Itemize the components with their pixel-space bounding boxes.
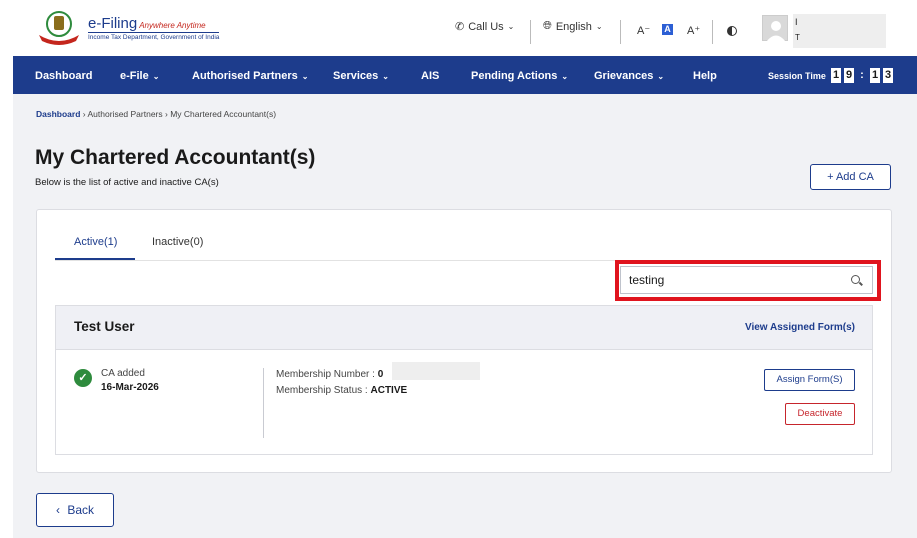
user-name: I (795, 17, 798, 27)
divider (620, 20, 621, 44)
chevron-down-icon: ⌄ (595, 22, 603, 31)
membership-status-label: Membership Status : (276, 385, 368, 396)
nav-label: Grievances (594, 70, 654, 82)
logo-tagline: Anywhere Anytime (139, 21, 206, 30)
font-decrease-button[interactable]: A⁻ (637, 24, 650, 37)
contrast-icon[interactable] (727, 26, 737, 36)
breadcrumb: Dashboard › Authorised Partners › My Cha… (36, 109, 276, 119)
nav-item-help[interactable]: Help (693, 70, 717, 82)
chevron-left-icon: ‹ (55, 503, 60, 517)
session-digit: 1 (831, 68, 841, 83)
chevron-down-icon: ⌄ (657, 72, 665, 81)
nav-item-efile[interactable]: e-File ⌄ (120, 70, 159, 82)
session-digit: 1 (870, 68, 880, 83)
chevron-down-icon: ⌄ (507, 22, 515, 31)
breadcrumb-authorised-partners[interactable]: Authorised Partners (88, 109, 163, 119)
main-nav: Dashboard e-File ⌄ Authorised Partners ⌄ S… (13, 56, 917, 94)
session-separator: : (860, 69, 864, 81)
nav-item-services[interactable]: Services ⌄ (333, 70, 389, 82)
nav-label: Help (693, 70, 717, 82)
nav-item-ais[interactable]: AIS (421, 70, 439, 82)
chevron-down-icon: ⌄ (561, 72, 569, 81)
top-header: e-Filing Anywhere Anytime Income Tax Depa… (0, 0, 917, 56)
nav-label: e-File (120, 70, 149, 82)
redacted-block (392, 362, 480, 380)
nav-label: Services (333, 70, 379, 82)
user-subtext: T (795, 33, 800, 42)
language-selector[interactable]: 🌐︎ English ⌄ (543, 20, 603, 33)
font-increase-button[interactable]: A⁺ (687, 24, 700, 37)
breadcrumb-current: My Chartered Accountant(s) (170, 109, 277, 119)
nav-item-authorised-partners[interactable]: Authorised Partners ⌄ (192, 70, 308, 82)
efiling-logo[interactable]: e-Filing Anywhere Anytime Income Tax Depa… (36, 9, 220, 47)
chevron-down-icon: ⌄ (301, 72, 309, 81)
chevron-down-icon: ⌄ (382, 72, 389, 81)
avatar[interactable] (762, 15, 788, 42)
session-digit: 9 (844, 68, 854, 83)
deactivate-button[interactable]: Deactivate (785, 403, 855, 425)
add-ca-button[interactable]: + Add CA (810, 164, 891, 190)
search-input[interactable] (620, 266, 873, 294)
language-label: English (555, 20, 592, 33)
session-digit: 3 (883, 68, 893, 83)
membership-status: Membership Status : ACTIVE (276, 385, 407, 396)
call-us-button[interactable]: ✆ Call Us ⌄ (455, 20, 515, 34)
ca-name: Test User (74, 319, 135, 334)
membership-number-value: 0 (377, 369, 384, 380)
ca-list-card: Active(1) Inactive(0) Test User View Ass… (36, 209, 892, 473)
nav-item-pending-actions[interactable]: Pending Actions ⌄ (471, 70, 568, 82)
tab-inactive[interactable]: Inactive(0) (152, 236, 203, 248)
ca-entry-card: Test User View Assigned Form(s) ✓ CA add… (55, 305, 873, 455)
emblem-icon (36, 9, 82, 47)
nav-label: Pending Actions (471, 70, 558, 82)
divider (712, 20, 713, 44)
divider (263, 368, 264, 438)
nav-label: Dashboard (35, 70, 93, 82)
page-title: My Chartered Accountant(s) (35, 146, 316, 169)
ca-added-label: CA added (101, 368, 145, 379)
font-normal-button[interactable]: A (662, 24, 673, 35)
search-icon[interactable] (851, 275, 860, 284)
chevron-down-icon: ⌄ (152, 72, 160, 81)
back-button[interactable]: ‹ Back (36, 493, 114, 527)
phone-icon: ✆ (455, 21, 465, 33)
logo-brand: e-Filing (88, 15, 138, 32)
nav-item-dashboard[interactable]: Dashboard (35, 70, 92, 82)
main-content: Dashboard › Authorised Partners › My Cha… (13, 94, 917, 538)
globe-icon: 🌐︎ (543, 20, 552, 32)
nav-label: AIS (421, 70, 440, 82)
check-circle-icon: ✓ (74, 369, 92, 387)
breadcrumb-dashboard[interactable]: Dashboard (36, 109, 80, 119)
membership-number: Membership Number : 0 (276, 369, 383, 380)
membership-status-value: ACTIVE (370, 385, 408, 396)
back-label: Back (67, 503, 95, 517)
tab-active[interactable]: Active(1) (74, 236, 117, 248)
view-assigned-forms-link[interactable]: View Assigned Form(s) (745, 322, 855, 333)
nav-item-grievances[interactable]: Grievances ⌄ (594, 70, 664, 82)
active-tab-indicator (55, 258, 135, 260)
user-info-redacted[interactable] (793, 14, 886, 48)
session-time-label: Session Time (768, 71, 826, 81)
page-subtitle: Below is the list of active and inactive… (35, 177, 219, 188)
nav-label: Authorised Partners (192, 70, 298, 82)
ca-entry-header: Test User View Assigned Form(s) (56, 306, 872, 350)
logo-subtitle: Income Tax Department, Government of Ind… (88, 32, 220, 41)
divider (530, 20, 531, 44)
call-us-label: Call Us (468, 20, 504, 33)
ca-added-date: 16-Mar-2026 (101, 382, 159, 393)
membership-number-label: Membership Number : (276, 369, 375, 380)
assign-forms-button[interactable]: Assign Form(S) (764, 369, 855, 391)
